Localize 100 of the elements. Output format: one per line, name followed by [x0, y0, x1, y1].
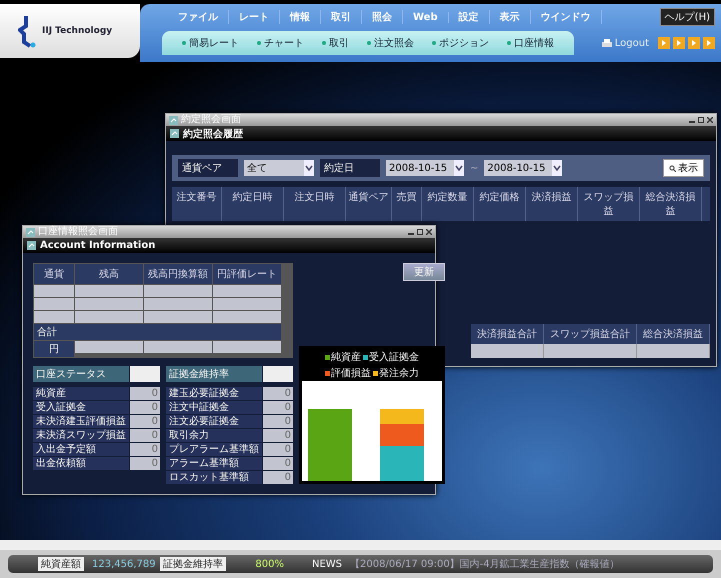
column-header: 円評価レート [213, 264, 281, 284]
list-header: 証拠金維持率 [166, 366, 262, 382]
row-label: 注文必要証拠金 [166, 415, 262, 428]
close-icon[interactable] [707, 117, 713, 123]
row-label: 入出金予定額 [33, 443, 129, 456]
legend-item: 発注余力 [373, 366, 419, 380]
close-icon[interactable] [426, 229, 432, 235]
table-cell [144, 285, 212, 297]
value-cell: 0 [130, 415, 160, 428]
value-cell: 0 [130, 429, 160, 442]
status-value: 800% [254, 558, 284, 570]
table-cell [75, 285, 143, 297]
table-cell [213, 311, 281, 323]
select-field[interactable]: 全て [244, 160, 314, 176]
logo-text: IIJ Technology [42, 26, 112, 36]
table-cell [213, 341, 281, 353]
table-cell [144, 298, 212, 310]
submenu-item[interactable]: 注文照会 [367, 36, 414, 50]
column-header: スワップ損益合計 [544, 324, 637, 344]
table-cell [144, 341, 212, 353]
submenu-item[interactable]: ポジション [432, 36, 489, 50]
column-header: 注文日時 [284, 187, 346, 221]
window-title: 約定照会画面 [181, 114, 241, 126]
row-label: アラーム基準額 [166, 457, 262, 470]
date-field[interactable]: 2008-10-15 [386, 160, 464, 176]
caret-icon[interactable] [552, 160, 562, 176]
value-cell: 0 [130, 387, 160, 400]
help-button[interactable]: ヘルプ(H) [660, 8, 715, 26]
play-icon [676, 40, 682, 46]
caret-icon[interactable] [454, 160, 464, 176]
row-label: ロスカット基準額 [166, 471, 262, 484]
bullet-icon [507, 41, 511, 45]
column-header: 約定数量 [422, 187, 474, 221]
table-cell [213, 285, 281, 297]
row-label: 純資産 [33, 387, 129, 400]
row-label: 建玉必要証拠金 [166, 387, 262, 400]
row-label: 取引余力 [166, 429, 262, 442]
show-button[interactable]: 表示 [663, 159, 704, 177]
window-icon [169, 116, 178, 124]
list-header: 口座ステータス [33, 366, 129, 382]
table-cell [34, 311, 74, 323]
window-heading: 約定照会履歴 [183, 127, 243, 140]
news-ticker: 【2008/06/17 09:00】国内-4月鉱工業生産指数（確報値） [350, 558, 620, 571]
value-cell: 0 [263, 387, 293, 400]
bullet-icon [367, 41, 371, 45]
submenu-item[interactable]: チャート [257, 36, 304, 50]
window-icon [170, 129, 179, 138]
logo-icon [18, 14, 36, 48]
column-header: 通貨 [34, 264, 74, 284]
window-title: 口座情報照会画面 [38, 226, 118, 238]
window-icon [26, 228, 35, 236]
column-header: 残高 [75, 264, 143, 284]
legend-item: 評価損益 [325, 366, 371, 380]
column-header: 総合決済損益 [637, 324, 710, 344]
table-cell [75, 311, 143, 323]
maximize-icon[interactable] [417, 229, 423, 235]
table-cell [213, 298, 281, 310]
column-header: スワップ損益 [578, 187, 640, 221]
row-label: 受入証拠金 [33, 401, 129, 414]
status-label: 証拠金維持率 [160, 557, 226, 571]
value-cell: 0 [263, 415, 293, 428]
value-cell: 0 [130, 457, 160, 470]
value-cell: 0 [263, 443, 293, 456]
play-icon [706, 40, 712, 46]
column-header: 約定価格 [474, 187, 526, 221]
submenu-item[interactable]: 口座情報 [507, 36, 554, 50]
play-icon [661, 40, 667, 46]
date-field[interactable]: 2008-10-15 [484, 160, 562, 176]
bullet-icon [257, 41, 261, 45]
play-icon [691, 40, 697, 46]
value-cell: 0 [130, 401, 160, 414]
value-cell: 0 [263, 471, 293, 484]
status-label: 純資産額 [38, 557, 84, 571]
table-cell [75, 341, 143, 353]
column-header: 売買 [392, 187, 422, 221]
row-label: 注文中証拠金 [166, 401, 262, 414]
value-cell: 0 [263, 457, 293, 470]
table-cell [144, 311, 212, 323]
bullet-icon [432, 41, 436, 45]
value-cell [263, 366, 293, 382]
value-cell: 0 [263, 401, 293, 414]
currency-label: 円 [34, 341, 74, 357]
caret-icon[interactable] [304, 160, 314, 176]
value-cell [130, 366, 160, 382]
window-heading: Account Information [40, 240, 156, 251]
column-header: 決済損益 [526, 187, 578, 221]
field-label: 約定日 [320, 159, 380, 177]
column-header: 注文番号 [172, 187, 222, 221]
printer-icon[interactable] [602, 38, 612, 48]
search-icon [669, 164, 676, 172]
table-cell [34, 298, 74, 310]
value-cell: 0 [130, 443, 160, 456]
submenu-item[interactable]: 取引 [322, 36, 349, 50]
row-label: 未決済スワップ損益 [33, 429, 129, 442]
row-label: プレアラーム基準額 [166, 443, 262, 456]
submenu-item[interactable]: 簡易レート [182, 36, 239, 50]
column-header: 決済損益合計 [471, 324, 544, 344]
column-header: 残高円換算額 [144, 264, 212, 284]
column-header: 通貨ペア [346, 187, 392, 221]
maximize-icon[interactable] [698, 117, 704, 123]
